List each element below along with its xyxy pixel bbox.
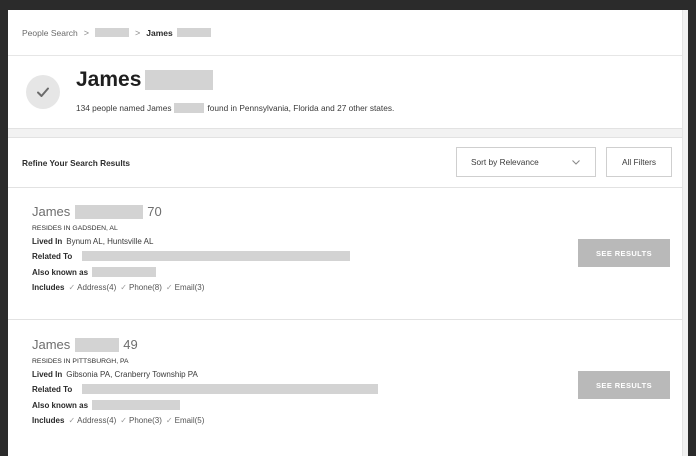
lived-in-value: Bynum AL, Huntsville AL [66,237,154,246]
checkmark-icon: ✓ [165,416,173,425]
sort-select-value: Sort by Relevance [471,157,539,167]
refine-bar: Refine Your Search Results Sort by Relev… [8,138,682,188]
breadcrumb: People Search > > James [8,10,682,56]
lived-in-value: Gibsonia PA, Cranberry Township PA [66,370,198,379]
related-to-label: Related To [32,251,73,261]
search-header: James 134 people named James found in Pe… [8,57,682,127]
include-item: ✓ Email(5) [166,416,204,425]
include-address: Address(4) [77,416,117,425]
redacted-aliases [92,400,181,410]
result-aka: Also known as [32,400,181,410]
breadcrumb-people-search[interactable]: People Search [22,28,78,38]
include-phone: Phone(3) [128,416,162,425]
result-related-to: Related To [32,251,351,261]
include-item: ✓ Address(4) [68,283,116,292]
include-item: ✓ Phone(8) [120,283,162,292]
redacted-relatives [82,251,351,261]
redacted-surname [95,28,130,37]
checkmark-icon: ✓ [165,283,173,292]
result-aka: Also known as [32,267,157,277]
results-summary-suffix: found in Pennsylvania, Florida and 27 ot… [207,103,395,113]
checkmark-icon: ✓ [68,283,76,292]
result-card: James 49 RESIDES IN PITTSBURGH, PA Lived… [8,321,682,453]
result-age: 49 [123,337,138,352]
result-age: 70 [147,204,162,219]
include-email: Email(5) [174,416,205,425]
result-first-name: James [32,204,71,219]
checkmark-icon [37,87,49,97]
sort-select[interactable]: Sort by Relevance [456,147,596,177]
result-resides: RESIDES IN GADSDEN, AL [32,225,118,232]
include-item: ✓ Phone(3) [120,416,162,425]
results-summary-prefix: 134 people named James [76,103,172,113]
result-card: James 70 RESIDES IN GADSDEN, AL Lived In… [8,188,682,320]
related-to-label: Related To [32,384,73,394]
result-includes: Includes ✓ Address(4) ✓ Phone(3) ✓ Email(5) [32,416,208,425]
result-includes: Includes ✓ Address(4) ✓ Phone(8) ✓ Email(3) [32,283,208,292]
result-related-to: Related To [32,384,379,394]
result-lived-in: Lived In Bynum AL, Huntsville AL [32,237,153,246]
include-email: Email(3) [174,283,205,292]
redacted-aliases [92,267,157,277]
scrollbar[interactable] [682,10,688,456]
breadcrumb-separator: > [83,27,90,38]
lived-in-label: Lived In [32,370,63,379]
see-results-button[interactable]: SEE RESULTS [578,371,670,399]
result-lived-in: Lived In Gibsonia PA, Cranberry Township… [32,370,198,379]
all-filters-button[interactable]: All Filters [606,147,672,177]
redacted-surname [75,204,144,219]
include-address: Address(4) [77,283,117,292]
result-first-name: James [32,337,71,352]
see-results-button[interactable]: SEE RESULTS [578,239,670,267]
redacted-surname [176,28,211,37]
includes-label: Includes [32,416,65,425]
breadcrumb-current: James [146,27,173,38]
aka-label: Also known as [32,400,89,410]
breadcrumb-separator: > [135,27,141,38]
chevron-down-icon [572,160,580,165]
checkmark-icon: ✓ [120,283,127,292]
include-item: ✓ Address(4) [68,416,116,425]
page-title: James [76,68,214,92]
redacted-surname [174,103,205,113]
aka-label: Also known as [32,267,89,277]
section-divider [8,128,682,138]
includes-label: Includes [32,283,65,292]
verified-badge [26,75,60,109]
result-name[interactable]: James 70 [32,204,162,219]
redacted-surname [75,337,120,352]
include-phone: Phone(8) [128,283,162,292]
result-name[interactable]: James 49 [32,337,138,352]
page-title-first-name: James [76,68,142,91]
results-summary: 134 people named James found in Pennsylv… [76,103,394,113]
result-resides: RESIDES IN PITTSBURGH, PA [32,358,129,365]
redacted-surname [145,70,214,90]
checkmark-icon: ✓ [120,416,127,425]
page: People Search > > James James 134 people… [8,10,688,456]
include-item: ✓ Email(3) [166,283,204,292]
lived-in-label: Lived In [32,237,63,246]
refine-label: Refine Your Search Results [22,158,131,168]
checkmark-icon: ✓ [68,416,76,425]
redacted-relatives [82,384,379,394]
